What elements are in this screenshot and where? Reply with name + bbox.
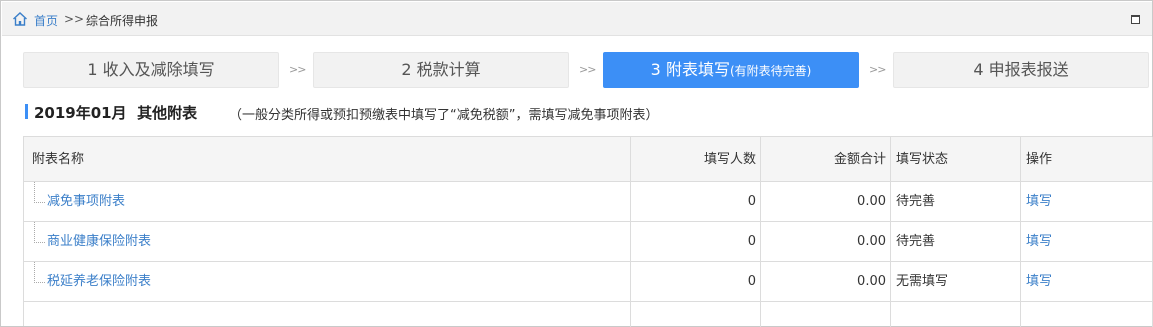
step-separator-3: >> (869, 63, 886, 76)
step-3[interactable]: 3 附表填写(有附表待完善) (603, 52, 859, 88)
row-amount: 0.00 (761, 182, 891, 221)
fill-link[interactable]: 填写 (1026, 234, 1052, 249)
row-op-cell: 填写 (1021, 182, 1153, 221)
step-1[interactable]: 1 收入及减除填写 (23, 52, 279, 88)
breadcrumb-separator: >> (64, 12, 85, 26)
section-title: 2019年01月 其他附表 (34, 104, 198, 122)
row-amount: 0.00 (761, 262, 891, 301)
header-amount: 金额合计 (761, 137, 891, 181)
attachments-table: 附表名称 填写人数 金额合计 填写状态 操作 减免事项附表 0 0.00 待完善… (23, 136, 1153, 327)
step-4[interactable]: 4 申报表报送 (893, 52, 1149, 88)
tree-connector (34, 182, 45, 203)
row-status: 待完善 (891, 182, 1021, 221)
row-name-link[interactable]: 减免事项附表 (47, 182, 125, 222)
breadcrumb: 首页 >> 综合所得申报 (2, 2, 1152, 36)
maximize-icon[interactable] (1131, 15, 1140, 24)
table-empty-space (24, 302, 1153, 327)
empty-cell (1021, 302, 1153, 327)
tree-connector (34, 262, 45, 283)
row-name-link[interactable]: 税延养老保险附表 (47, 262, 151, 302)
row-count: 0 (631, 262, 761, 301)
section-marker (25, 104, 28, 119)
tree-connector (34, 222, 45, 243)
table-row: 减免事项附表 0 0.00 待完善 填写 (24, 182, 1153, 222)
step-3-sublabel: (有附表待完善) (729, 64, 812, 78)
breadcrumb-home-link[interactable]: 首页 (34, 12, 58, 29)
app-window: 首页 >> 综合所得申报 1 收入及减除填写 >> 2 税款计算 >> 3 附表… (0, 0, 1153, 327)
step-3-label: 3 附表填写 (650, 60, 730, 79)
step-2[interactable]: 2 税款计算 (313, 52, 569, 88)
home-icon[interactable] (12, 11, 28, 27)
step-separator-1: >> (289, 63, 306, 76)
breadcrumb-current: 综合所得申报 (86, 14, 159, 28)
fill-link[interactable]: 填写 (1026, 274, 1052, 289)
row-status: 待完善 (891, 222, 1021, 261)
step-1-label: 1 收入及减除填写 (87, 60, 215, 79)
step-4-label: 4 申报表报送 (973, 60, 1069, 79)
row-op-cell: 填写 (1021, 262, 1153, 301)
empty-cell (891, 302, 1021, 327)
row-op-cell: 填写 (1021, 222, 1153, 261)
row-status: 无需填写 (891, 262, 1021, 301)
table-row: 商业健康保险附表 0 0.00 待完善 填写 (24, 222, 1153, 262)
empty-cell (24, 302, 631, 327)
header-op: 操作 (1021, 137, 1153, 181)
step-2-label: 2 税款计算 (401, 60, 481, 79)
row-count: 0 (631, 222, 761, 261)
fill-link[interactable]: 填写 (1026, 194, 1052, 209)
header-status: 填写状态 (891, 137, 1021, 181)
header-count: 填写人数 (631, 137, 761, 181)
step-separator-2: >> (579, 63, 596, 76)
empty-cell (631, 302, 761, 327)
row-name-cell: 商业健康保险附表 (24, 222, 631, 261)
row-name-link[interactable]: 商业健康保险附表 (47, 222, 151, 262)
row-amount: 0.00 (761, 222, 891, 261)
row-count: 0 (631, 182, 761, 221)
empty-cell (761, 302, 891, 327)
header-name: 附表名称 (24, 137, 631, 181)
section-note: （一般分类所得或预扣预缴表中填写了“减免税额”，需填写减免事项附表） (229, 108, 659, 123)
table-row: 税延养老保险附表 0 0.00 无需填写 填写 (24, 262, 1153, 302)
step-wizard: 1 收入及减除填写 >> 2 税款计算 >> 3 附表填写(有附表待完善) >>… (23, 52, 1153, 89)
table-header: 附表名称 填写人数 金额合计 填写状态 操作 (24, 137, 1153, 182)
row-name-cell: 减免事项附表 (24, 182, 631, 221)
row-name-cell: 税延养老保险附表 (24, 262, 631, 301)
